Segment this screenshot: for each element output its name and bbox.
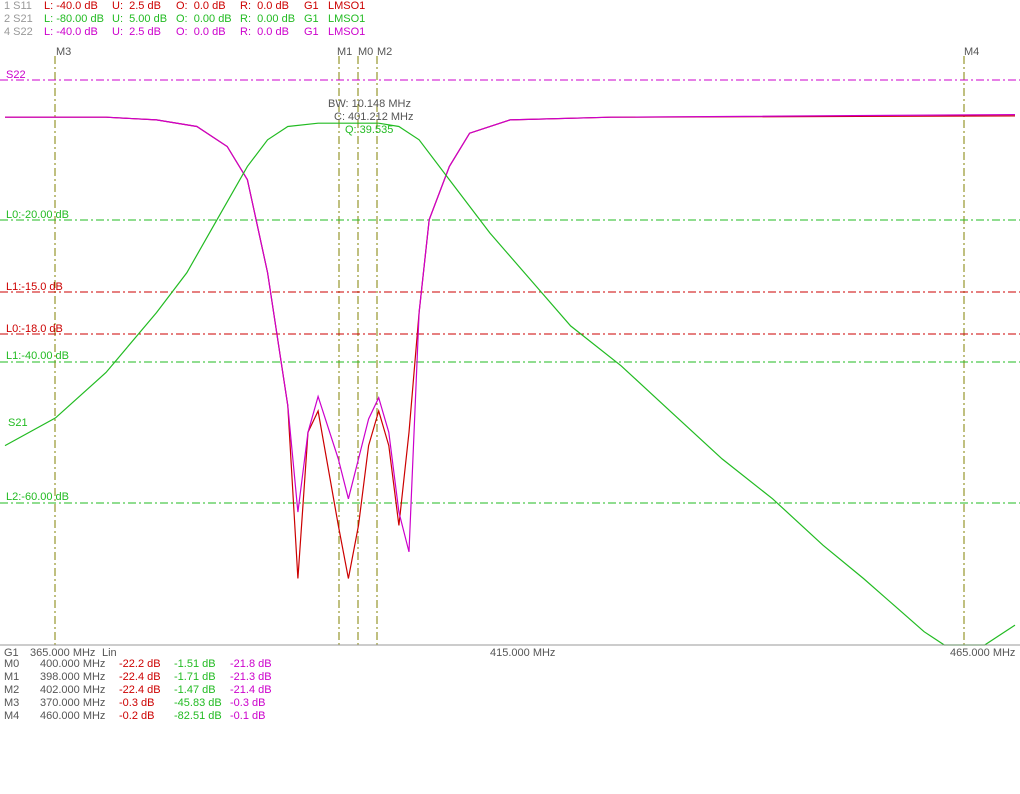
trace-label-s21: S21 <box>8 417 28 429</box>
limit-label: L0:-20.00 dB <box>6 209 69 221</box>
marker-frequency: 370.000 MHz <box>40 697 106 709</box>
trace-s21 <box>4 122 1016 646</box>
marker-s22: -21.4 dB <box>230 684 272 696</box>
marker-label-m3: M3 <box>56 46 71 58</box>
marker-id: M0 <box>4 658 20 670</box>
marker-id: M3 <box>4 697 20 709</box>
marker-id: M1 <box>4 671 20 683</box>
trace-label-s22: S22 <box>6 69 26 81</box>
marker-s22: -21.8 dB <box>230 658 272 670</box>
marker-frequency: 402.000 MHz <box>40 684 106 696</box>
marker-s22: -0.1 dB <box>230 710 266 722</box>
table-row[interactable]: M1 398.000 MHz -22.4 dB -1.71 dB -21.3 d… <box>4 671 272 684</box>
marker-s21: -1.47 dB <box>174 684 216 696</box>
axis-center: 415.000 MHz <box>490 647 555 659</box>
marker-s11: -22.2 dB <box>119 658 161 670</box>
table-row[interactable]: M0 400.000 MHz -22.2 dB -1.51 dB -21.8 d… <box>4 658 272 671</box>
marker-s11: -0.3 dB <box>119 697 155 709</box>
marker-id: M4 <box>4 710 20 722</box>
marker-s11: -0.2 dB <box>119 710 155 722</box>
bandwidth-label: BW: 10.148 MHz <box>328 98 411 110</box>
limit-label: L0:-18.0 dB <box>6 323 63 335</box>
marker-s21: -1.71 dB <box>174 671 216 683</box>
marker-s21: -82.51 dB <box>174 710 222 722</box>
center-frequency-label: C: 401.212 MHz <box>334 111 413 123</box>
marker-lines <box>54 56 965 645</box>
table-row[interactable]: M4 460.000 MHz -0.2 dB -82.51 dB -0.1 dB <box>4 710 265 723</box>
limit-label: L2:-60.00 dB <box>6 491 69 503</box>
marker-s22: -21.3 dB <box>230 671 272 683</box>
vna-screen: 1 S11 L: -40.0 dB U: 2.5 dB O: 0.0 dB R:… <box>0 0 1020 726</box>
marker-frequency: 460.000 MHz <box>40 710 106 722</box>
table-row[interactable]: M2 402.000 MHz -22.4 dB -1.47 dB -21.4 d… <box>4 684 272 697</box>
marker-s11: -22.4 dB <box>119 671 161 683</box>
marker-label-m1: M1 <box>337 46 352 58</box>
limit-label: L1:-15.0 dB <box>6 281 63 293</box>
table-row[interactable]: M3 370.000 MHz -0.3 dB -45.83 dB -0.3 dB <box>4 697 265 710</box>
sparameter-plot[interactable]: M3 M1 M0 M2 M4 L0:-20.00 dB L1:-15.0 dB … <box>0 0 1020 660</box>
limit-label: L1:-40.00 dB <box>6 350 69 362</box>
axis-stop: 465.000 MHz <box>950 647 1015 659</box>
marker-id: M2 <box>4 684 20 696</box>
marker-s21: -45.83 dB <box>174 697 222 709</box>
marker-s22: -0.3 dB <box>230 697 266 709</box>
marker-label-m0: M0 <box>358 46 373 58</box>
marker-label-m4: M4 <box>964 46 979 58</box>
marker-frequency: 400.000 MHz <box>40 658 106 670</box>
trace-s22 <box>5 114 1016 553</box>
marker-label-m2: M2 <box>377 46 392 58</box>
trace-s11 <box>5 115 1016 579</box>
marker-s11: -22.4 dB <box>119 684 161 696</box>
marker-s21: -1.51 dB <box>174 658 216 670</box>
marker-frequency: 398.000 MHz <box>40 671 106 683</box>
q-factor-label: Q: 39.535 <box>345 124 393 136</box>
